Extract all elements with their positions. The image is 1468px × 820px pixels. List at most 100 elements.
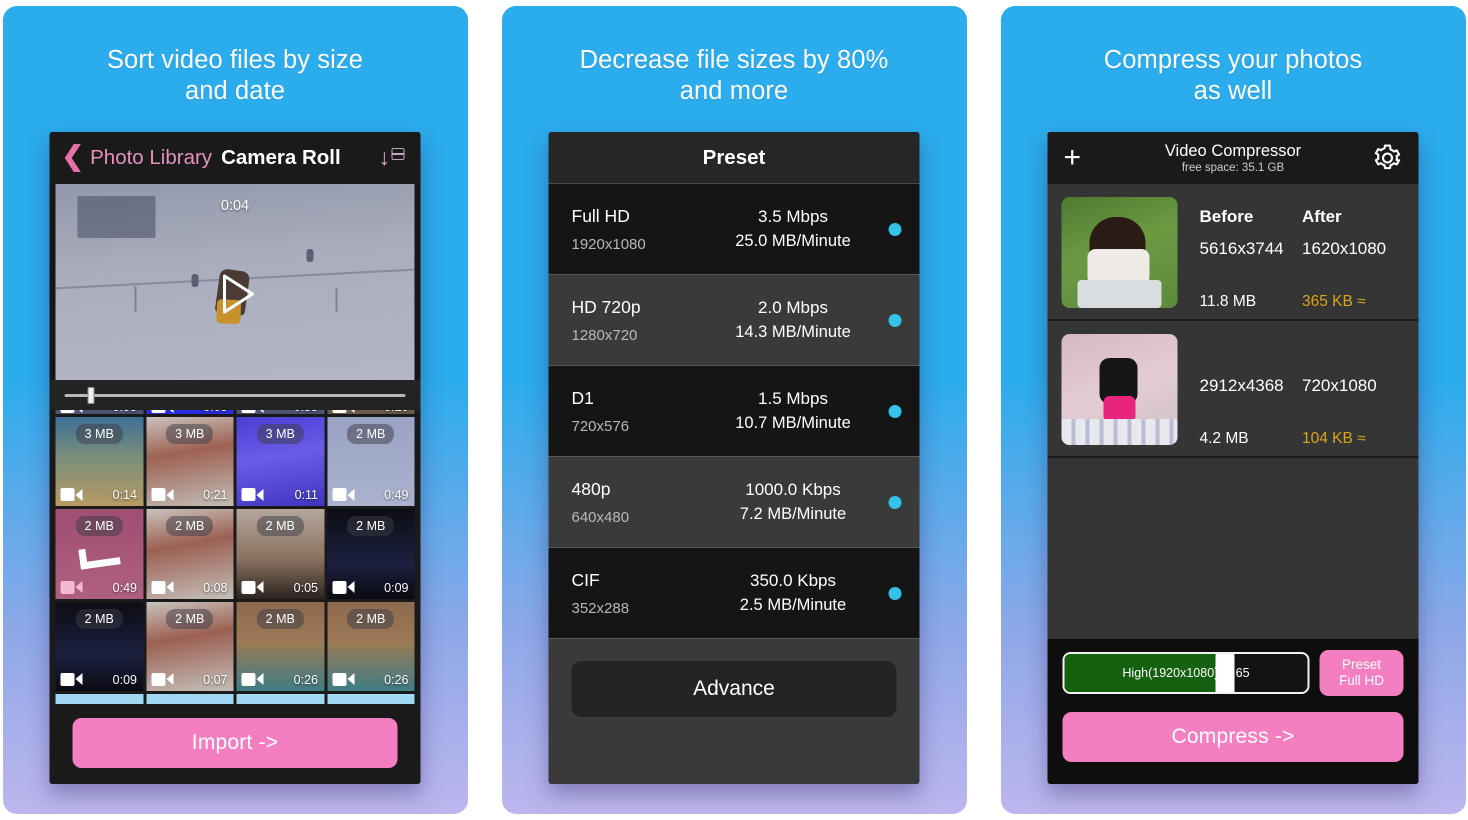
before-dimensions: 2912x4368 [1199,376,1284,395]
down-arrow-glyph: ↓ [378,144,391,170]
thumbnail-duration: 0:14 [112,488,137,503]
thumbnail-duration: 0:10 [384,410,408,414]
app-title: Video Compressor [1164,142,1302,160]
panel-3-headline-line2: as well [1193,77,1273,105]
advance-button[interactable]: Advance [571,661,897,717]
grid-item[interactable]: 3 MB 0:14 [55,417,143,507]
thumbnail-duration: 0:05 [293,580,318,595]
grid-item[interactable]: 2 MB 0:05 [236,509,324,599]
video-preview-player[interactable]: 0:04 [55,184,415,380]
thumbnail-duration: 0:11 [294,488,318,503]
preset-left: HD 720p 1280x720 [572,297,712,344]
phone-screen-preset: Preset Full HD 1920x1080 3.5 Mbps 25.0 M… [548,132,920,784]
preset-resolution: 720x576 [571,417,630,435]
play-triangle-icon[interactable] [212,271,258,317]
item-columns: Before 5616x3744 11.8 MB After 1620x1080… [1178,197,1405,310]
preset-indicator-dot[interactable] [888,404,902,418]
grid-item[interactable]: 3 MB 0:11 [236,417,324,507]
preset-indicator-dot[interactable] [888,313,902,327]
scrubber-thumb[interactable] [87,387,95,404]
grid-item-cut[interactable] [236,693,324,704]
gear-icon[interactable] [1373,143,1403,173]
preset-left: 480p 640x480 [572,479,712,526]
grid-item-cut[interactable] [146,693,234,704]
after-dimensions: 720x1080 [1302,376,1377,395]
video-badge-icon [241,410,264,413]
preset-row-hd-720p[interactable]: HD 720p 1280x720 2.0 Mbps 14.3 MB/Minute [548,275,920,366]
after-header: After [1302,207,1342,226]
preset-mid: 1.5 Mbps 10.7 MB/Minute [712,389,875,433]
slider-thumb[interactable] [1215,654,1235,692]
thumbnail-duration: 0:26 [384,672,409,687]
decor-skier-2 [306,248,314,262]
preset-name: 480p [571,478,611,499]
back-label[interactable]: Photo Library [90,146,212,170]
video-badge-icon [60,410,83,413]
grid-item[interactable]: 2 MB 0:26 [327,601,415,691]
grid-item-cut[interactable]: 0:55 [236,410,324,414]
import-bar: Import -> [49,704,421,784]
video-badge-icon [151,580,173,594]
compress-button[interactable]: Compress -> [1062,712,1404,762]
preset-indicator-dot[interactable] [888,222,902,236]
video-badge-icon [332,410,354,413]
quality-slider[interactable]: High(1920x1080): 0.65 [1062,652,1310,694]
video-badge-icon [60,672,83,686]
after-column: After 1620x1080 365 KB ≈ [1302,197,1405,310]
compress-item-row[interactable]: Before 5616x3744 11.8 MB After 1620x1080… [1047,184,1419,321]
video-badge-icon [151,410,173,413]
grid-item-cut[interactable]: 0:10 [327,410,415,414]
preset-indicator-dot[interactable] [888,586,902,600]
preset-button[interactable]: Preset Full HD [1319,650,1404,696]
player-time: 0:04 [220,198,250,214]
free-space-label: free space: 35.1 GB [1181,162,1285,174]
video-scrubber[interactable] [49,380,421,410]
grid-item[interactable]: 2 MB 0:49 [327,417,415,507]
grid-item-cut[interactable]: 0:05 [146,410,234,414]
navigation-bar: ❮ Photo Library Camera Roll ↓ [49,132,421,184]
grid-item[interactable]: 2 MB 0:26 [236,601,324,691]
preset-indicator-dot[interactable] [888,495,902,509]
compress-item-row[interactable]: 2912x4368 4.2 MB 720x1080 104 KB ≈ [1047,321,1419,458]
preset-left: CIF 352x288 [572,570,712,617]
grid-item[interactable]: 3 MB 0:21 [146,417,234,507]
grid-item-cut[interactable]: 0:55 [55,410,143,414]
grid-item-cut[interactable] [55,693,143,704]
back-chevron-icon[interactable]: ❮ [62,143,85,170]
grid-item-selected[interactable]: 2 MB 0:49 [55,509,143,599]
video-badge-icon [151,488,173,502]
grid-item[interactable]: 2 MB 0:09 [55,601,143,691]
thumbnail-duration: 0:21 [203,488,228,503]
preset-rate: 10.7 MB/Minute [735,414,851,432]
preset-resolution: 352x288 [571,599,630,617]
video-badge-icon [60,580,83,594]
phone-screen-photo-library: ❮ Photo Library Camera Roll ↓ 0:04 3 MB … [49,132,421,784]
after-column: 720x1080 104 KB ≈ [1302,334,1405,447]
thumbnail-size-badge: 2 MB [347,608,395,629]
thumbnail-duration: 0:49 [112,580,137,595]
video-badge-icon [332,672,354,686]
thumbnail-size-badge: 2 MB [256,516,304,537]
grid-item[interactable]: 2 MB 0:07 [146,601,234,691]
preset-bitrate: 2.0 Mbps [758,298,828,317]
preset-row-cif[interactable]: CIF 352x288 350.0 Kbps 2.5 MB/Minute [548,548,920,639]
preset-rate: 7.2 MB/Minute [739,505,847,523]
preset-row-full-hd[interactable]: Full HD 1920x1080 3.5 Mbps 25.0 MB/Minut… [548,184,920,275]
after-dimensions: 1620x1080 [1302,239,1387,258]
panel-1-headline-line2: and date [184,77,286,105]
thumbnail-size-badge: 2 MB [75,516,123,537]
thumbnail-grid-wrapper[interactable]: 0:55 0:05 0:55 0:10 [49,410,421,704]
grid-item-cut[interactable] [327,693,415,704]
grid-item[interactable]: 2 MB 0:08 [146,509,234,599]
sort-descending-icon[interactable]: ↓ [377,145,407,171]
scrubber-track[interactable] [64,393,406,397]
plus-icon[interactable]: + [1064,143,1094,173]
video-badge-icon [151,672,173,686]
preset-row-d1[interactable]: D1 720x576 1.5 Mbps 10.7 MB/Minute [548,366,920,457]
empty-list-area [1047,458,1419,639]
preset-row-480p[interactable]: 480p 640x480 1000.0 Kbps 7.2 MB/Minute [548,457,920,548]
thumbnail-duration: 0:55 [294,410,318,414]
preset-mid: 350.0 Kbps 2.5 MB/Minute [712,571,875,615]
grid-item[interactable]: 2 MB 0:09 [327,509,415,599]
import-button[interactable]: Import -> [72,718,398,768]
